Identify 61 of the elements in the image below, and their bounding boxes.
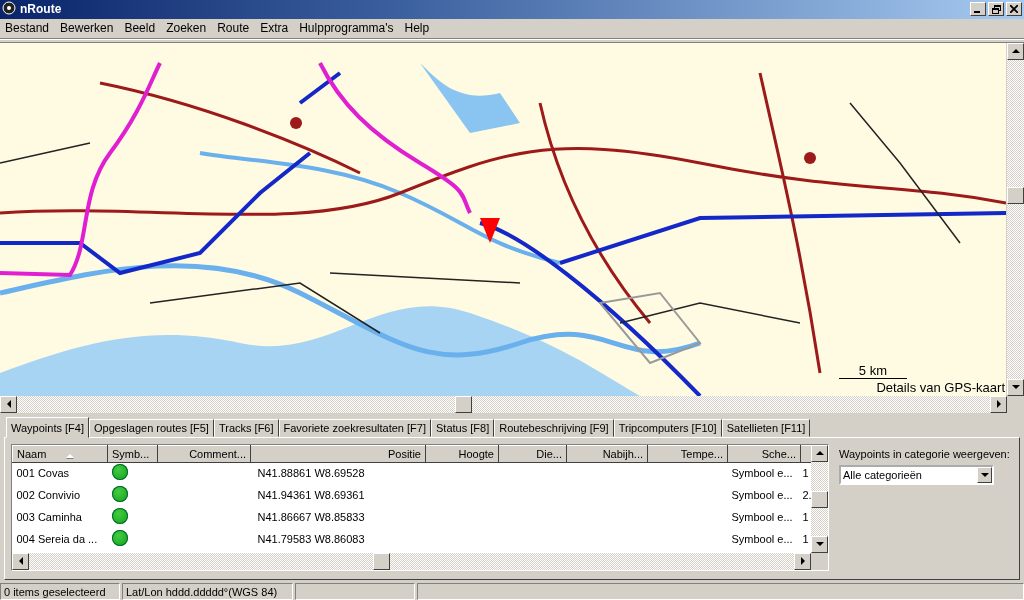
- column-header[interactable]: Positie: [250, 445, 426, 463]
- close-button[interactable]: [1006, 2, 1022, 17]
- scale-bar: 5 km: [838, 362, 907, 379]
- column-header[interactable]: Nabijh...: [566, 445, 648, 463]
- symbol-icon: [111, 464, 128, 481]
- column-header[interactable]: Hoogte: [425, 445, 499, 463]
- table-cell: 1: [800, 462, 811, 485]
- restore-icon: [991, 4, 1001, 14]
- status-text: 0 items geselecteerd: [0, 583, 120, 600]
- symbol-icon: [111, 508, 128, 525]
- column-header[interactable]: Tempe...: [647, 445, 728, 463]
- table-cell-text: N41.94361 W8.69361: [256, 488, 366, 504]
- column-header[interactable]: Naam: [12, 445, 108, 463]
- table-cell-text: 002 Convivio: [15, 488, 82, 504]
- app-icon: [2, 1, 16, 18]
- tab[interactable]: Status [F8]: [431, 418, 495, 437]
- map-detail-note: Details van GPS-kaart: [876, 379, 1005, 395]
- menu-item[interactable]: Beeld: [119, 21, 162, 36]
- tab[interactable]: Tripcomputers [F10]: [613, 418, 722, 437]
- symbol-icon: [111, 486, 128, 503]
- menu-item[interactable]: Help: [399, 21, 436, 36]
- column-header[interactable]: Symb...: [107, 445, 158, 463]
- table-cell-text: N41.79583 W8.86083: [256, 532, 366, 548]
- table-cell-text: 2.: [801, 488, 811, 504]
- horizontal-scrollbar[interactable]: [12, 552, 811, 570]
- column-header[interactable]: Die...: [498, 445, 567, 463]
- tab[interactable]: Tracks [F6]: [213, 418, 279, 437]
- menu-item[interactable]: Extra: [255, 21, 295, 36]
- restore-button[interactable]: [988, 2, 1004, 17]
- table-cell-text: Symbool e...: [730, 510, 794, 526]
- vertical-scrollbar[interactable]: [811, 444, 828, 553]
- window-title: nRoute: [20, 2, 63, 17]
- vertical-scrollbar[interactable]: [1007, 42, 1024, 396]
- table-cell-text: 1: [801, 510, 810, 526]
- table-cell: 001 Covas: [12, 462, 108, 485]
- table-cell-text: N41.86667 W8.85833: [256, 510, 366, 526]
- tab[interactable]: Favoriete zoekresultaten [F7]: [278, 418, 431, 437]
- menu-item[interactable]: Bestand: [0, 21, 56, 36]
- tab[interactable]: Waypoints [F4]: [6, 416, 89, 438]
- column-header[interactable]: Comment...: [157, 445, 251, 463]
- menu-item[interactable]: Bewerken: [55, 21, 120, 36]
- table-cell-text: Symbool e...: [730, 532, 794, 548]
- close-icon: [1010, 5, 1018, 14]
- status-text: Lat/Lon hddd.ddddd°(WGS 84): [122, 583, 293, 600]
- tab[interactable]: Routebeschrijving [F9]: [494, 418, 614, 437]
- minimize-button[interactable]: [970, 2, 986, 17]
- tab[interactable]: Opgeslagen routes [F5]: [88, 418, 214, 437]
- menu-item[interactable]: Route: [212, 21, 256, 36]
- menu-item[interactable]: Zoeken: [161, 21, 213, 36]
- table-cell: Symbool e...: [727, 462, 801, 485]
- filter-label: Waypoints in categorie weergeven:: [839, 447, 1010, 460]
- category-dropdown[interactable]: Alle categorieën: [839, 464, 994, 485]
- tab[interactable]: Satellieten [F11]: [721, 418, 811, 437]
- column-header[interactable]: Sche...: [727, 445, 801, 463]
- menu-item[interactable]: Hulpprogramma's: [294, 21, 400, 36]
- table-cell-text: Symbool e...: [730, 488, 794, 504]
- symbol-icon: [111, 530, 128, 547]
- table-cell-text: 004 Sereia da ...: [15, 532, 99, 548]
- table-cell: N41.88861 W8.69528: [250, 462, 426, 485]
- table-cell-text: 1: [801, 532, 810, 548]
- table-cell-text: 003 Caminha: [15, 510, 83, 526]
